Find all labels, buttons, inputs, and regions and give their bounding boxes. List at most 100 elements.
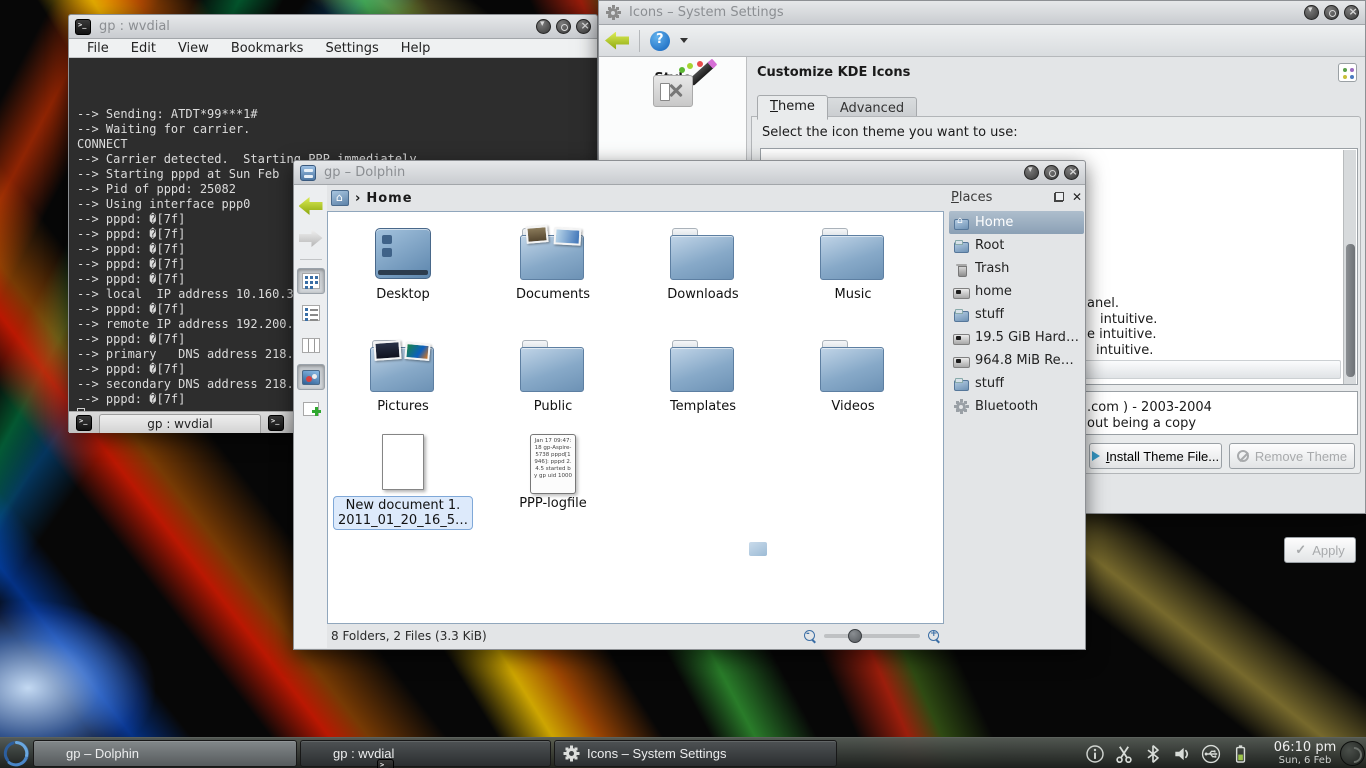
volume-icon[interactable]	[1172, 744, 1192, 764]
workspace-tools-icon[interactable]	[653, 75, 693, 107]
folder-item[interactable]: Public	[478, 332, 628, 444]
menu-item[interactable]: File	[87, 41, 109, 56]
columns-view-icon	[302, 338, 320, 353]
terminal-tab[interactable]: gp : wvdial	[99, 414, 261, 433]
folder-label: Desktop	[376, 287, 430, 302]
folder-item[interactable]: Pictures	[328, 332, 478, 444]
system-settings-icon	[605, 5, 621, 21]
menu-item[interactable]: Help	[401, 41, 431, 56]
minimize-button[interactable]	[1024, 165, 1039, 180]
folder-item[interactable]: Music	[778, 220, 928, 332]
tab-list-button[interactable]	[265, 413, 287, 433]
file-item[interactable]: New document 1.2011_01_20_16_5…	[328, 434, 478, 530]
taskbar-task[interactable]: gp – Dolphin	[33, 740, 297, 767]
menu-item[interactable]: Edit	[131, 41, 156, 56]
places-item[interactable]: Bluetooth	[949, 395, 1084, 418]
back-button[interactable]	[297, 193, 325, 219]
zoom-in-icon[interactable]: +	[928, 630, 940, 642]
folder-item[interactable]: Videos	[778, 332, 928, 444]
folder-item[interactable]: Documents	[478, 220, 628, 332]
details-view-button[interactable]	[297, 300, 325, 326]
chevron-down-icon[interactable]	[680, 38, 688, 43]
menu-item[interactable]: View	[178, 41, 209, 56]
panel-toolbox[interactable]	[1340, 741, 1365, 766]
task-icon	[377, 759, 394, 768]
maximize-button[interactable]	[1044, 165, 1059, 180]
bluetooth-icon[interactable]	[1143, 744, 1163, 764]
close-panel-icon[interactable]: ✕	[1072, 190, 1082, 204]
places-item[interactable]: 964.8 MiB Remov…	[949, 349, 1084, 372]
info-icon[interactable]	[1085, 744, 1105, 764]
folder-item[interactable]: Downloads	[628, 220, 778, 332]
float-panel-icon[interactable]	[1054, 192, 1064, 202]
zoom-out-icon[interactable]: -	[804, 630, 816, 642]
split-view-button[interactable]	[297, 396, 325, 422]
home-folder-icon[interactable]	[331, 190, 349, 206]
place-icon	[953, 284, 969, 300]
help-icon[interactable]	[650, 31, 670, 51]
menu-item[interactable]: Bookmarks	[231, 41, 304, 56]
places-item[interactable]: home	[949, 280, 1084, 303]
status-bar: 8 Folders, 2 Files (3.3 KiB) - +	[327, 624, 944, 648]
places-panel: Places ✕ Home Root	[949, 185, 1084, 648]
terminal-line: --> Sending: ATDT*99***1#	[77, 107, 589, 122]
task-label: gp – Dolphin	[66, 746, 139, 761]
menu-item[interactable]: Settings	[325, 41, 378, 56]
file-label: New document 1.2011_01_20_16_5…	[333, 496, 473, 530]
folder-label: Music	[835, 287, 872, 302]
launcher-swirl-icon	[2, 739, 31, 768]
places-item[interactable]: stuff	[949, 372, 1084, 395]
file-item[interactable]: Jan 17 09:47:18 gp-Aspire-5738 pppd[1946…	[478, 434, 628, 530]
icons-view-button[interactable]	[297, 268, 325, 294]
apply-button[interactable]: Apply	[1284, 537, 1356, 563]
terminal-titlebar[interactable]: gp : wvdial	[69, 15, 597, 39]
taskbar-task[interactable]: Icons – System Settings	[554, 740, 837, 767]
places-list: Home Root Trash	[949, 211, 1084, 418]
credits-line: out being a copy	[1087, 416, 1196, 431]
places-item[interactable]: Trash	[949, 257, 1084, 280]
terminal-line: CONNECT	[77, 137, 589, 152]
back-arrow-icon[interactable]	[605, 32, 629, 50]
zoom-slider[interactable]	[824, 634, 920, 638]
minimize-button[interactable]	[1304, 5, 1319, 20]
folder-item[interactable]: Desktop	[328, 220, 478, 332]
clock[interactable]: 06:10 pm Sun, 6 Feb	[1272, 740, 1338, 767]
places-title: Places	[951, 190, 992, 205]
breadcrumb-home[interactable]: Home	[366, 191, 412, 206]
clock-time: 06:10 pm	[1272, 740, 1338, 755]
battery-icon[interactable]	[1230, 744, 1250, 764]
device-notifier-usb-icon[interactable]	[1201, 744, 1221, 764]
preview-button[interactable]	[297, 364, 325, 390]
folder-label: Pictures	[377, 399, 428, 414]
scrollbar[interactable]	[1343, 150, 1356, 384]
tab-theme[interactable]: Theme	[757, 95, 828, 120]
terminal-tab-label: gp : wvdial	[147, 417, 212, 431]
forward-button[interactable]	[297, 225, 325, 251]
places-item[interactable]: stuff	[949, 303, 1084, 326]
taskbar-task[interactable]: gp : wvdial	[300, 740, 551, 767]
close-button[interactable]	[576, 19, 591, 34]
minimize-button[interactable]	[536, 19, 551, 34]
maximize-button[interactable]	[556, 19, 571, 34]
new-tab-button[interactable]	[73, 413, 95, 433]
page-title: Customize KDE Icons	[757, 65, 910, 80]
places-item[interactable]: 19.5 GiB Hard Drive	[949, 326, 1084, 349]
install-theme-button[interactable]: Install Theme File...	[1089, 443, 1222, 469]
maximize-button[interactable]	[1324, 5, 1339, 20]
settings-titlebar[interactable]: Icons – System Settings	[599, 1, 1365, 25]
zoom-slider-handle[interactable]	[848, 629, 862, 643]
columns-view-button[interactable]	[297, 332, 325, 358]
dolphin-titlebar[interactable]: gp – Dolphin	[294, 161, 1085, 185]
places-item[interactable]: Home	[949, 211, 1084, 234]
launcher-button[interactable]	[2, 739, 31, 768]
close-button[interactable]	[1344, 5, 1359, 20]
folder-item[interactable]: Templates	[628, 332, 778, 444]
place-label: home	[975, 284, 1012, 299]
folder-view[interactable]: Desktop Documents	[327, 211, 944, 624]
klipper-scissors-icon[interactable]	[1114, 744, 1134, 764]
close-button[interactable]	[1064, 165, 1079, 180]
scrollbar-thumb[interactable]	[1346, 244, 1355, 377]
file-label: PPP-logfile	[519, 496, 587, 511]
remove-theme-button[interactable]: Remove Theme	[1229, 443, 1355, 469]
places-item[interactable]: Root	[949, 234, 1084, 257]
